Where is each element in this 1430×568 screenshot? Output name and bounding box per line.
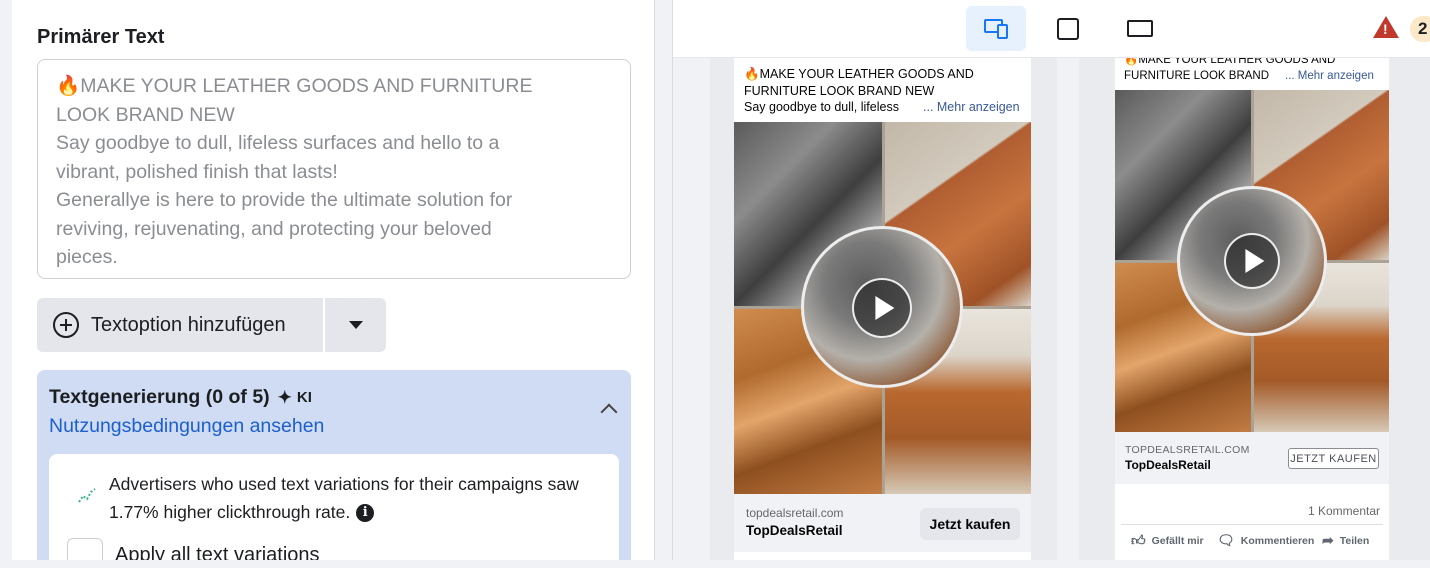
- text-generation-title-text: Textgenerierung (0 of 5): [49, 386, 270, 408]
- ki-label: KI: [296, 389, 312, 406]
- primary-text-line-1: 🔥MAKE YOUR LEATHER GOODS AND FURNITURE: [56, 72, 612, 101]
- fire-emoji-icon: 🔥: [56, 75, 81, 97]
- see-more-link[interactable]: ... Mehr anzeigen: [1285, 68, 1374, 84]
- primary-text-line-3: Say goodbye to dull, lifeless surfaces a…: [56, 132, 500, 154]
- ad-text-line-1: 🔥MAKE YOUR LEATHER GOODS AND: [1124, 58, 1335, 66]
- warning-icon[interactable]: [1373, 16, 1399, 38]
- trend-up-icon: [78, 488, 96, 503]
- ad-editor: Primärer Text 🔥MAKE YOUR LEATHER GOODS A…: [0, 0, 1430, 568]
- section-title: Primärer Text: [37, 26, 165, 48]
- primary-text-line-4: vibrant, polished finish that lasts!: [56, 160, 338, 183]
- ad-cta-bar: topdealsretail.com TopDealsRetail Jetzt …: [734, 494, 1031, 552]
- ad-brand: TopDealsRetail: [1125, 458, 1211, 472]
- thumbs-up-icon: 👍︎: [1131, 532, 1146, 548]
- sparkle-ai-icon: ✦: [277, 387, 292, 407]
- comment-count[interactable]: 1 Kommentar: [1308, 504, 1380, 518]
- all-placements-button[interactable]: [966, 6, 1026, 51]
- ad-text-line-3: Say goodbye to dull, lifeless: [744, 100, 899, 114]
- ad-text-line-1-text: MAKE YOUR LEATHER GOODS AND: [759, 67, 974, 81]
- primary-text-line-6: reviving, rejuvenating, and protecting y…: [56, 217, 492, 240]
- ad-video-thumbnail[interactable]: [734, 122, 1031, 494]
- feed-ad-preview[interactable]: 🔥MAKE YOUR LEATHER GOODS AND FURNITURE L…: [734, 58, 1031, 560]
- text-variation-message: Advertisers who used text variations for…: [109, 470, 609, 526]
- message-line-1: Advertisers who used text variations for…: [109, 474, 579, 494]
- comment-action[interactable]: 🗨︎ Kommentieren: [1217, 532, 1314, 549]
- play-icon[interactable]: [1224, 233, 1280, 289]
- shop-now-button[interactable]: JETZT KAUFEN: [1288, 448, 1379, 469]
- ad-text-line-1-text: MAKE YOUR LEATHER GOODS AND: [1138, 58, 1336, 66]
- mobile-ad-preview[interactable]: 🔥MAKE YOUR LEATHER GOODS AND FURNITURE L…: [1115, 58, 1389, 560]
- chevron-up-icon[interactable]: [600, 403, 618, 421]
- share-arrow-icon: ➦: [1322, 532, 1334, 548]
- apply-all-label: Apply all text variations: [115, 544, 320, 560]
- divider: [1121, 524, 1383, 525]
- primary-text-line-7: pieces.: [56, 246, 118, 268]
- ad-domain: topdealsretail.com: [746, 506, 844, 520]
- message-line-2: 1.77% higher clickthrough rate.: [109, 502, 351, 522]
- text-variation-info-box: Advertisers who used text variations for…: [49, 454, 619, 560]
- preview-frame-feed: 🔥MAKE YOUR LEATHER GOODS AND FURNITURE L…: [710, 58, 1057, 560]
- terms-link[interactable]: Nutzungsbedingungen ansehen: [49, 415, 324, 438]
- ad-primary-text: 🔥MAKE YOUR LEATHER GOODS AND FURNITURE L…: [1124, 58, 1386, 84]
- warning-count-badge[interactable]: 2: [1410, 16, 1430, 42]
- primary-text-line-1-text: MAKE YOUR LEATHER GOODS AND FURNITURE: [80, 75, 533, 97]
- add-text-dropdown-button[interactable]: [325, 298, 386, 352]
- see-more-link[interactable]: ... Mehr anzeigen: [923, 99, 1020, 116]
- fire-emoji-icon: 🔥: [1124, 58, 1139, 66]
- square-format-button[interactable]: [1038, 6, 1098, 51]
- comment-bubble-icon: 🗨︎: [1217, 532, 1235, 548]
- primary-text-line-2: LOOK BRAND NEW: [56, 103, 235, 126]
- ad-text-line-2: FURNITURE LOOK BRAND: [1124, 70, 1270, 82]
- shop-now-button[interactable]: Jetzt kaufen: [920, 508, 1020, 540]
- add-text-option-button[interactable]: Textoption hinzufügen: [37, 298, 323, 352]
- apply-all-checkbox[interactable]: [67, 538, 103, 560]
- like-action[interactable]: 👍︎ Gefällt mir: [1131, 532, 1204, 549]
- landscape-format-button[interactable]: [1110, 6, 1170, 51]
- primary-text-line-5: Generallye is here to provide the ultima…: [56, 189, 513, 211]
- add-text-option-label: Textoption hinzufügen: [91, 313, 286, 336]
- ad-video-thumbnail[interactable]: [1115, 90, 1389, 432]
- share-action[interactable]: ➦ Teilen: [1322, 532, 1369, 549]
- fire-emoji-icon: 🔥: [744, 67, 760, 81]
- ad-primary-text: 🔥MAKE YOUR LEATHER GOODS AND FURNITURE L…: [744, 66, 1029, 116]
- ad-brand: TopDealsRetail: [746, 523, 843, 538]
- preview-toolbar: [673, 0, 1430, 58]
- square-icon: [1057, 17, 1079, 40]
- text-generation-title: Textgenerierung (0 of 5) ✦ KI: [49, 386, 312, 409]
- devices-icon: [984, 18, 1008, 39]
- ad-text-line-2: FURNITURE LOOK BRAND NEW: [744, 83, 935, 98]
- preview-frame-mobile: 🔥MAKE YOUR LEATHER GOODS AND FURNITURE L…: [1079, 58, 1430, 560]
- ad-domain: TOPDEALSRETAIL.COM: [1125, 444, 1250, 456]
- primary-text-input[interactable]: 🔥MAKE YOUR LEATHER GOODS AND FURNITURE L…: [37, 59, 631, 279]
- text-generation-card: Textgenerierung (0 of 5) ✦ KI Nutzungsbe…: [37, 370, 631, 560]
- info-icon[interactable]: i: [356, 504, 375, 523]
- share-label: Teilen: [1339, 534, 1370, 547]
- caret-down-icon: [348, 321, 363, 329]
- like-label: Gefällt mir: [1151, 534, 1204, 547]
- ad-cta-bar: TOPDEALSRETAIL.COM TopDealsRetail JETZT …: [1115, 432, 1389, 484]
- landscape-icon: [1127, 20, 1153, 37]
- play-icon[interactable]: [852, 278, 912, 338]
- comment-label: Kommentieren: [1240, 534, 1315, 547]
- ad-text-line-1: 🔥MAKE YOUR LEATHER GOODS AND: [744, 67, 974, 81]
- plus-circle-icon: [53, 312, 79, 338]
- primary-text-panel: Primärer Text 🔥MAKE YOUR LEATHER GOODS A…: [12, 0, 655, 560]
